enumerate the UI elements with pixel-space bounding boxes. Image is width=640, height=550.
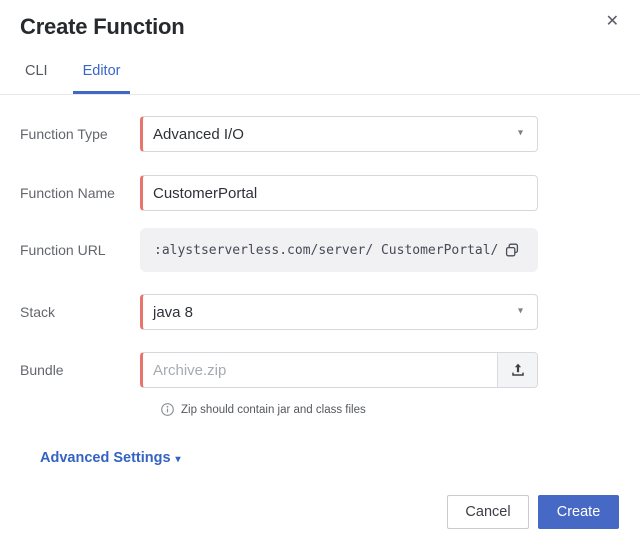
function-url-label: Function URL [20, 242, 106, 258]
cancel-button[interactable]: Cancel [447, 495, 529, 529]
upload-button[interactable] [497, 353, 537, 387]
dialog-footer: Cancel Create [447, 495, 619, 529]
close-icon[interactable]: ✕ [602, 9, 623, 33]
function-url-box: :alystserverless.com/server/ CustomerPor… [140, 228, 538, 272]
bundle-row: Bundle [20, 352, 538, 388]
dialog-header: Create Function ✕ [0, 0, 640, 40]
stack-select[interactable]: java 8 ▾ [140, 294, 538, 330]
tabs-bar: CLI Editor [0, 57, 640, 95]
page-title: Create Function [20, 14, 185, 39]
function-url-row: Function URL :alystserverless.com/server… [20, 228, 538, 272]
function-type-value: Advanced I/O [153, 125, 244, 143]
chevron-down-icon: ▾ [517, 305, 523, 317]
bundle-note-text: Zip should contain jar and class files [181, 403, 366, 416]
stack-label: Stack [20, 304, 56, 320]
function-url-value: :alystserverless.com/server/ CustomerPor… [154, 242, 499, 258]
create-button[interactable]: Create [538, 495, 619, 529]
info-icon [161, 403, 174, 416]
function-name-label: Function Name [20, 185, 115, 201]
function-type-select[interactable]: Advanced I/O ▾ [140, 116, 538, 152]
tab-cli[interactable]: CLI [15, 57, 58, 94]
create-function-form: Function Type Advanced I/O ▾ Function Na… [0, 95, 640, 467]
function-name-row: Function Name [20, 175, 538, 211]
caret-down-icon: ▾ [175, 453, 181, 465]
create-function-dialog: Create Function ✕ CLI Editor Function Ty… [0, 0, 640, 550]
function-type-label: Function Type [20, 126, 108, 142]
function-type-row: Function Type Advanced I/O ▾ [20, 116, 538, 152]
stack-value: java 8 [153, 303, 194, 321]
bundle-label: Bundle [20, 362, 64, 378]
copy-icon[interactable] [504, 242, 520, 258]
function-name-input[interactable] [143, 176, 537, 210]
tab-editor[interactable]: Editor [72, 57, 131, 94]
bundle-field-wrap [140, 352, 538, 388]
bundle-note: Zip should contain jar and class files [160, 402, 620, 417]
function-name-field-wrap [140, 175, 538, 211]
bundle-file-input[interactable] [143, 353, 537, 387]
stack-row: Stack java 8 ▾ [20, 294, 538, 330]
advanced-settings-label: Advanced Settings [40, 450, 171, 466]
advanced-settings-toggle[interactable]: Advanced Settings ▾ [40, 450, 181, 466]
chevron-down-icon: ▾ [517, 127, 523, 139]
upload-icon [511, 363, 524, 376]
